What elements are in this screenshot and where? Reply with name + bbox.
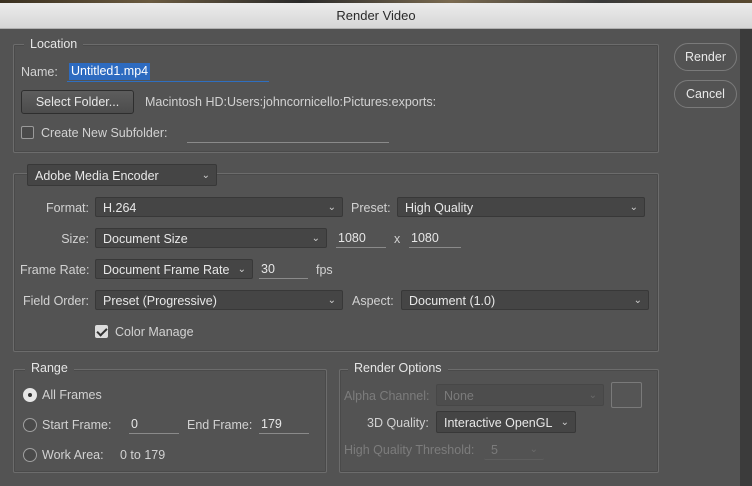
size-select[interactable]: Document Size ⌄ — [95, 228, 327, 248]
framerate-label: Frame Rate: — [20, 263, 90, 277]
alpha-channel-label: Alpha Channel: — [344, 389, 430, 403]
color-manage-checkbox[interactable] — [95, 325, 108, 338]
preset-select-value: High Quality — [405, 201, 474, 215]
height-input[interactable]: 1080 — [409, 228, 461, 248]
aspect-label: Aspect: — [352, 294, 394, 308]
fps-input[interactable]: 30 — [259, 259, 308, 279]
framerate-select-value: Document Frame Rate — [103, 263, 230, 277]
all-frames-radio[interactable] — [23, 388, 37, 402]
all-frames-label: All Frames — [42, 388, 102, 402]
subfolder-name-input[interactable] — [187, 123, 389, 143]
chevron-down-icon: ⌄ — [633, 295, 642, 306]
location-legend: Location — [24, 37, 84, 51]
preset-label: Preset: — [351, 201, 391, 215]
start-frame-input[interactable]: 0 — [129, 414, 179, 434]
work-area-radio[interactable] — [23, 448, 37, 462]
name-label: Name: — [21, 65, 58, 79]
folder-path: Macintosh HD:Users:johncornicello:Pictur… — [145, 95, 437, 109]
chevron-down-icon: ⌄ — [327, 295, 336, 306]
end-frame-input[interactable]: 179 — [259, 414, 309, 434]
alpha-color-swatch[interactable] — [611, 382, 642, 408]
format-select-value: H.264 — [103, 201, 137, 215]
hq-threshold-select[interactable]: 5 ⌄ — [484, 440, 544, 460]
range-legend: Range — [25, 361, 74, 375]
field-order-select-value: Preset (Progressive) — [103, 294, 217, 308]
format-label: Format: — [45, 201, 89, 215]
select-folder-button[interactable]: Select Folder... — [21, 90, 134, 114]
cancel-button[interactable]: Cancel — [674, 80, 737, 108]
window-titlebar: Render Video — [0, 3, 752, 29]
3d-quality-select-value: Interactive OpenGL — [444, 416, 553, 430]
size-label: Size: — [61, 232, 89, 246]
render-button[interactable]: Render — [674, 43, 737, 71]
create-subfolder-checkbox[interactable] — [21, 126, 34, 139]
end-frame-label: End Frame: — [187, 418, 253, 432]
chevron-down-icon: ⌄ — [588, 390, 597, 401]
preset-select[interactable]: High Quality ⌄ — [397, 197, 645, 217]
chevron-down-icon: ⌄ — [311, 233, 320, 244]
window-title: Render Video — [336, 8, 416, 23]
framerate-select[interactable]: Document Frame Rate ⌄ — [95, 259, 253, 279]
chevron-down-icon: ⌄ — [529, 444, 538, 455]
start-frame-label: Start Frame: — [42, 418, 112, 432]
size-separator: x — [394, 232, 401, 246]
create-subfolder-label: Create New Subfolder: — [41, 126, 168, 140]
format-select[interactable]: H.264 ⌄ — [95, 197, 343, 217]
chevron-down-icon: ⌄ — [327, 202, 336, 213]
encoder-select-value: Adobe Media Encoder — [35, 169, 159, 183]
chevron-down-icon: ⌄ — [560, 417, 569, 428]
render-options-legend: Render Options — [348, 361, 448, 375]
aspect-select-value: Document (1.0) — [409, 294, 496, 308]
name-input-selected-text: Untitled1.mp4 — [69, 63, 151, 80]
color-manage-label: Color Manage — [115, 325, 194, 339]
field-order-label: Field Order: — [23, 294, 89, 308]
start-frame-radio[interactable] — [23, 418, 37, 432]
3d-quality-label: 3D Quality: — [367, 416, 429, 430]
3d-quality-select[interactable]: Interactive OpenGL ⌄ — [436, 411, 576, 433]
hq-threshold-value: 5 — [491, 443, 498, 457]
name-input[interactable]: Untitled1.mp4 — [67, 63, 269, 82]
work-area-value: 0 to 179 — [120, 448, 166, 462]
chevron-down-icon: ⌄ — [201, 170, 210, 181]
encoder-select[interactable]: Adobe Media Encoder ⌄ — [27, 164, 217, 186]
alpha-channel-select-value: None — [444, 389, 474, 403]
background-app-edge — [740, 29, 752, 486]
size-select-value: Document Size — [103, 232, 188, 246]
chevron-down-icon: ⌄ — [629, 202, 638, 213]
fps-unit: fps — [316, 263, 333, 277]
work-area-label: Work Area: — [42, 448, 104, 462]
chevron-down-icon: ⌄ — [237, 264, 246, 275]
alpha-channel-select[interactable]: None ⌄ — [436, 384, 604, 406]
aspect-select[interactable]: Document (1.0) ⌄ — [401, 290, 649, 310]
hq-threshold-label: High Quality Threshold: — [344, 443, 475, 457]
field-order-select[interactable]: Preset (Progressive) ⌄ — [95, 290, 343, 310]
width-input[interactable]: 1080 — [336, 228, 386, 248]
